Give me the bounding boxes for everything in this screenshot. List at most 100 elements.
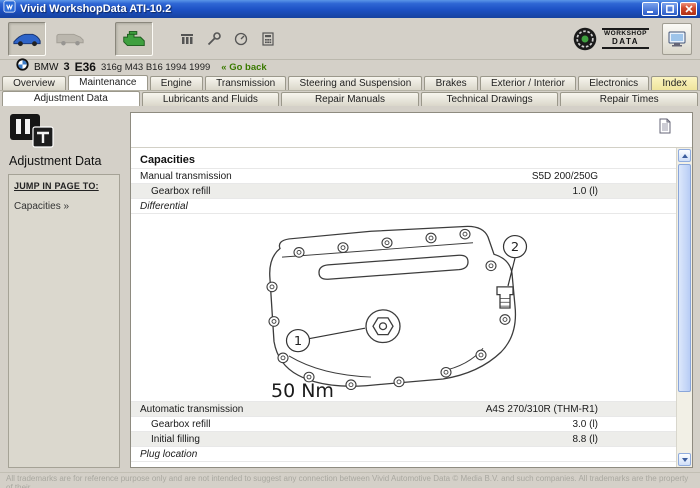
workshopdata-logo-text: WORKSHOP DATA	[602, 28, 649, 49]
workshopdata-logo-icon	[572, 26, 598, 52]
print-button[interactable]	[658, 118, 674, 136]
row-label: Differential	[131, 201, 448, 212]
section-title: Capacities	[131, 148, 676, 169]
rows-bottom: Automatic transmissionA4S 270/310R (THM-…	[131, 402, 676, 462]
content-header	[131, 113, 692, 147]
scroll-down-button[interactable]	[678, 453, 691, 466]
table-row: Differential	[131, 199, 676, 214]
tab-transmission[interactable]: Transmission	[205, 76, 286, 90]
close-button[interactable]	[680, 2, 697, 16]
capacities-table: Capacities Manual transmissionS5D 200/25…	[131, 148, 676, 467]
elearning-button[interactable]	[662, 23, 692, 55]
row-value: 8.8 (l)	[448, 434, 676, 445]
main-tabs: OverviewMaintenanceEngineTransmissionSte…	[0, 74, 700, 90]
row-label: Manual transmission	[131, 171, 448, 182]
tab-repair-times[interactable]: Repair Times	[560, 92, 698, 106]
calculator-icon	[260, 31, 276, 47]
minimize-icon	[647, 5, 655, 13]
table-row: Gearbox refill1.0 (l)	[131, 184, 676, 199]
row-label: Initial filling	[131, 434, 448, 445]
engine-icon	[120, 29, 148, 49]
scroll-up-button[interactable]	[678, 149, 691, 162]
sub-tabs: Adjustment DataLubricants and FluidsRepa…	[0, 90, 700, 106]
scrollbar[interactable]	[676, 148, 692, 467]
footer: All trademarks are for reference purpose…	[0, 472, 700, 488]
van-button[interactable]	[51, 22, 89, 56]
row-value: 3.0 (l)	[448, 419, 676, 430]
vehicle-series: 3	[63, 61, 69, 73]
footer-text: All trademarks are for reference purpose…	[6, 474, 688, 488]
content-panel: Capacities Manual transmissionS5D 200/25…	[130, 112, 693, 468]
table-row: Plug location	[131, 447, 676, 462]
row-value: S5D 200/250G	[448, 171, 676, 182]
go-back-link[interactable]: « Go back	[221, 62, 266, 73]
table-row: Gearbox refill3.0 (l)	[131, 417, 676, 432]
workshopdata-logo: WORKSHOP DATA	[572, 26, 657, 52]
gauge-button[interactable]	[228, 24, 253, 54]
tab-repair-manuals[interactable]: Repair Manuals	[281, 92, 419, 106]
columns-button[interactable]	[174, 24, 199, 54]
app-icon	[3, 0, 16, 18]
brand-line2: DATA	[612, 38, 639, 46]
vehicle-bar: BMW 3 E36 316g M43 B16 1994 1999 « Go ba…	[0, 60, 700, 74]
wrench-button[interactable]	[201, 24, 226, 54]
gauge-icon	[233, 31, 249, 47]
tab-brakes[interactable]: Brakes	[424, 76, 477, 90]
tab-lubricants-and-fluids[interactable]: Lubricants and Fluids	[142, 92, 280, 106]
jump-links: Capacities »	[14, 201, 114, 212]
wrench-icon	[206, 31, 222, 47]
window-controls	[642, 2, 697, 16]
table-row: Automatic transmissionA4S 270/310R (THM-…	[131, 402, 676, 417]
row-value: A4S 270/310R (THM-R1)	[448, 404, 676, 415]
vehicle-make: BMW	[34, 62, 58, 73]
sidebar-title: Adjustment Data	[9, 154, 120, 168]
table-row: Initial filling8.8 (l)	[131, 432, 676, 447]
torque-label: 50 Nm	[271, 382, 334, 402]
tab-adjustment-data[interactable]: Adjustment Data	[2, 91, 140, 106]
elearning-icon	[667, 30, 687, 48]
table-row: Manual transmissionS5D 200/250G	[131, 169, 676, 184]
scroll-thumb[interactable]	[678, 164, 691, 392]
callout-2-label: 2	[511, 240, 519, 255]
calculator-button[interactable]	[255, 24, 280, 54]
tab-engine[interactable]: Engine	[150, 76, 203, 90]
arrow-up-icon	[682, 154, 688, 158]
sidebar: Adjustment Data JUMP IN PAGE TO: Capacit…	[8, 112, 120, 468]
van-icon	[55, 31, 85, 47]
row-label: Gearbox refill	[131, 186, 448, 197]
vehicle-variant: 316g M43 B16 1994 1999	[101, 62, 210, 73]
tab-electronics[interactable]: Electronics	[578, 76, 649, 90]
jump-link-capacities[interactable]: Capacities »	[14, 201, 114, 212]
tab-maintenance[interactable]: Maintenance	[68, 75, 148, 90]
row-label: Plug location	[131, 449, 448, 460]
window-title: Vivid WorkshopData ATI-10.2	[20, 3, 638, 15]
workspace: Adjustment Data JUMP IN PAGE TO: Capacit…	[0, 106, 700, 472]
tab-index[interactable]: Index	[651, 76, 698, 90]
table-frame: Capacities Manual transmissionS5D 200/25…	[131, 147, 692, 467]
jump-in-page-label: JUMP IN PAGE TO:	[14, 181, 114, 191]
app-window: Vivid WorkshopData ATI-10.2	[0, 0, 700, 488]
maximize-button[interactable]	[661, 2, 678, 16]
tab-steering-and-suspension[interactable]: Steering and Suspension	[288, 76, 422, 90]
toolbar-tools-group	[174, 24, 280, 54]
tab-overview[interactable]: Overview	[2, 76, 66, 90]
close-icon	[685, 5, 693, 13]
technical-drawing: 1 2 50 Nm	[131, 214, 676, 402]
print-page-icon	[658, 118, 672, 134]
tab-technical-drawings[interactable]: Technical Drawings	[421, 92, 559, 106]
car-button[interactable]	[8, 22, 46, 56]
arrow-down-icon	[682, 458, 688, 462]
titlebar: Vivid WorkshopData ATI-10.2	[0, 0, 700, 18]
columns-icon	[179, 31, 195, 47]
engine-button[interactable]	[115, 22, 153, 56]
jump-in-page-box: JUMP IN PAGE TO: Capacities »	[8, 174, 120, 468]
rows-top: Manual transmissionS5D 200/250GGearbox r…	[131, 169, 676, 214]
car-icon	[12, 31, 42, 47]
vehicle-model: E36	[75, 60, 96, 74]
adjustment-data-icon	[9, 113, 120, 151]
maximize-icon	[666, 5, 674, 13]
tab-exterior-interior[interactable]: Exterior / Interior	[480, 76, 576, 90]
minimize-button[interactable]	[642, 2, 659, 16]
row-label: Automatic transmission	[131, 404, 448, 415]
row-label: Gearbox refill	[131, 419, 448, 430]
